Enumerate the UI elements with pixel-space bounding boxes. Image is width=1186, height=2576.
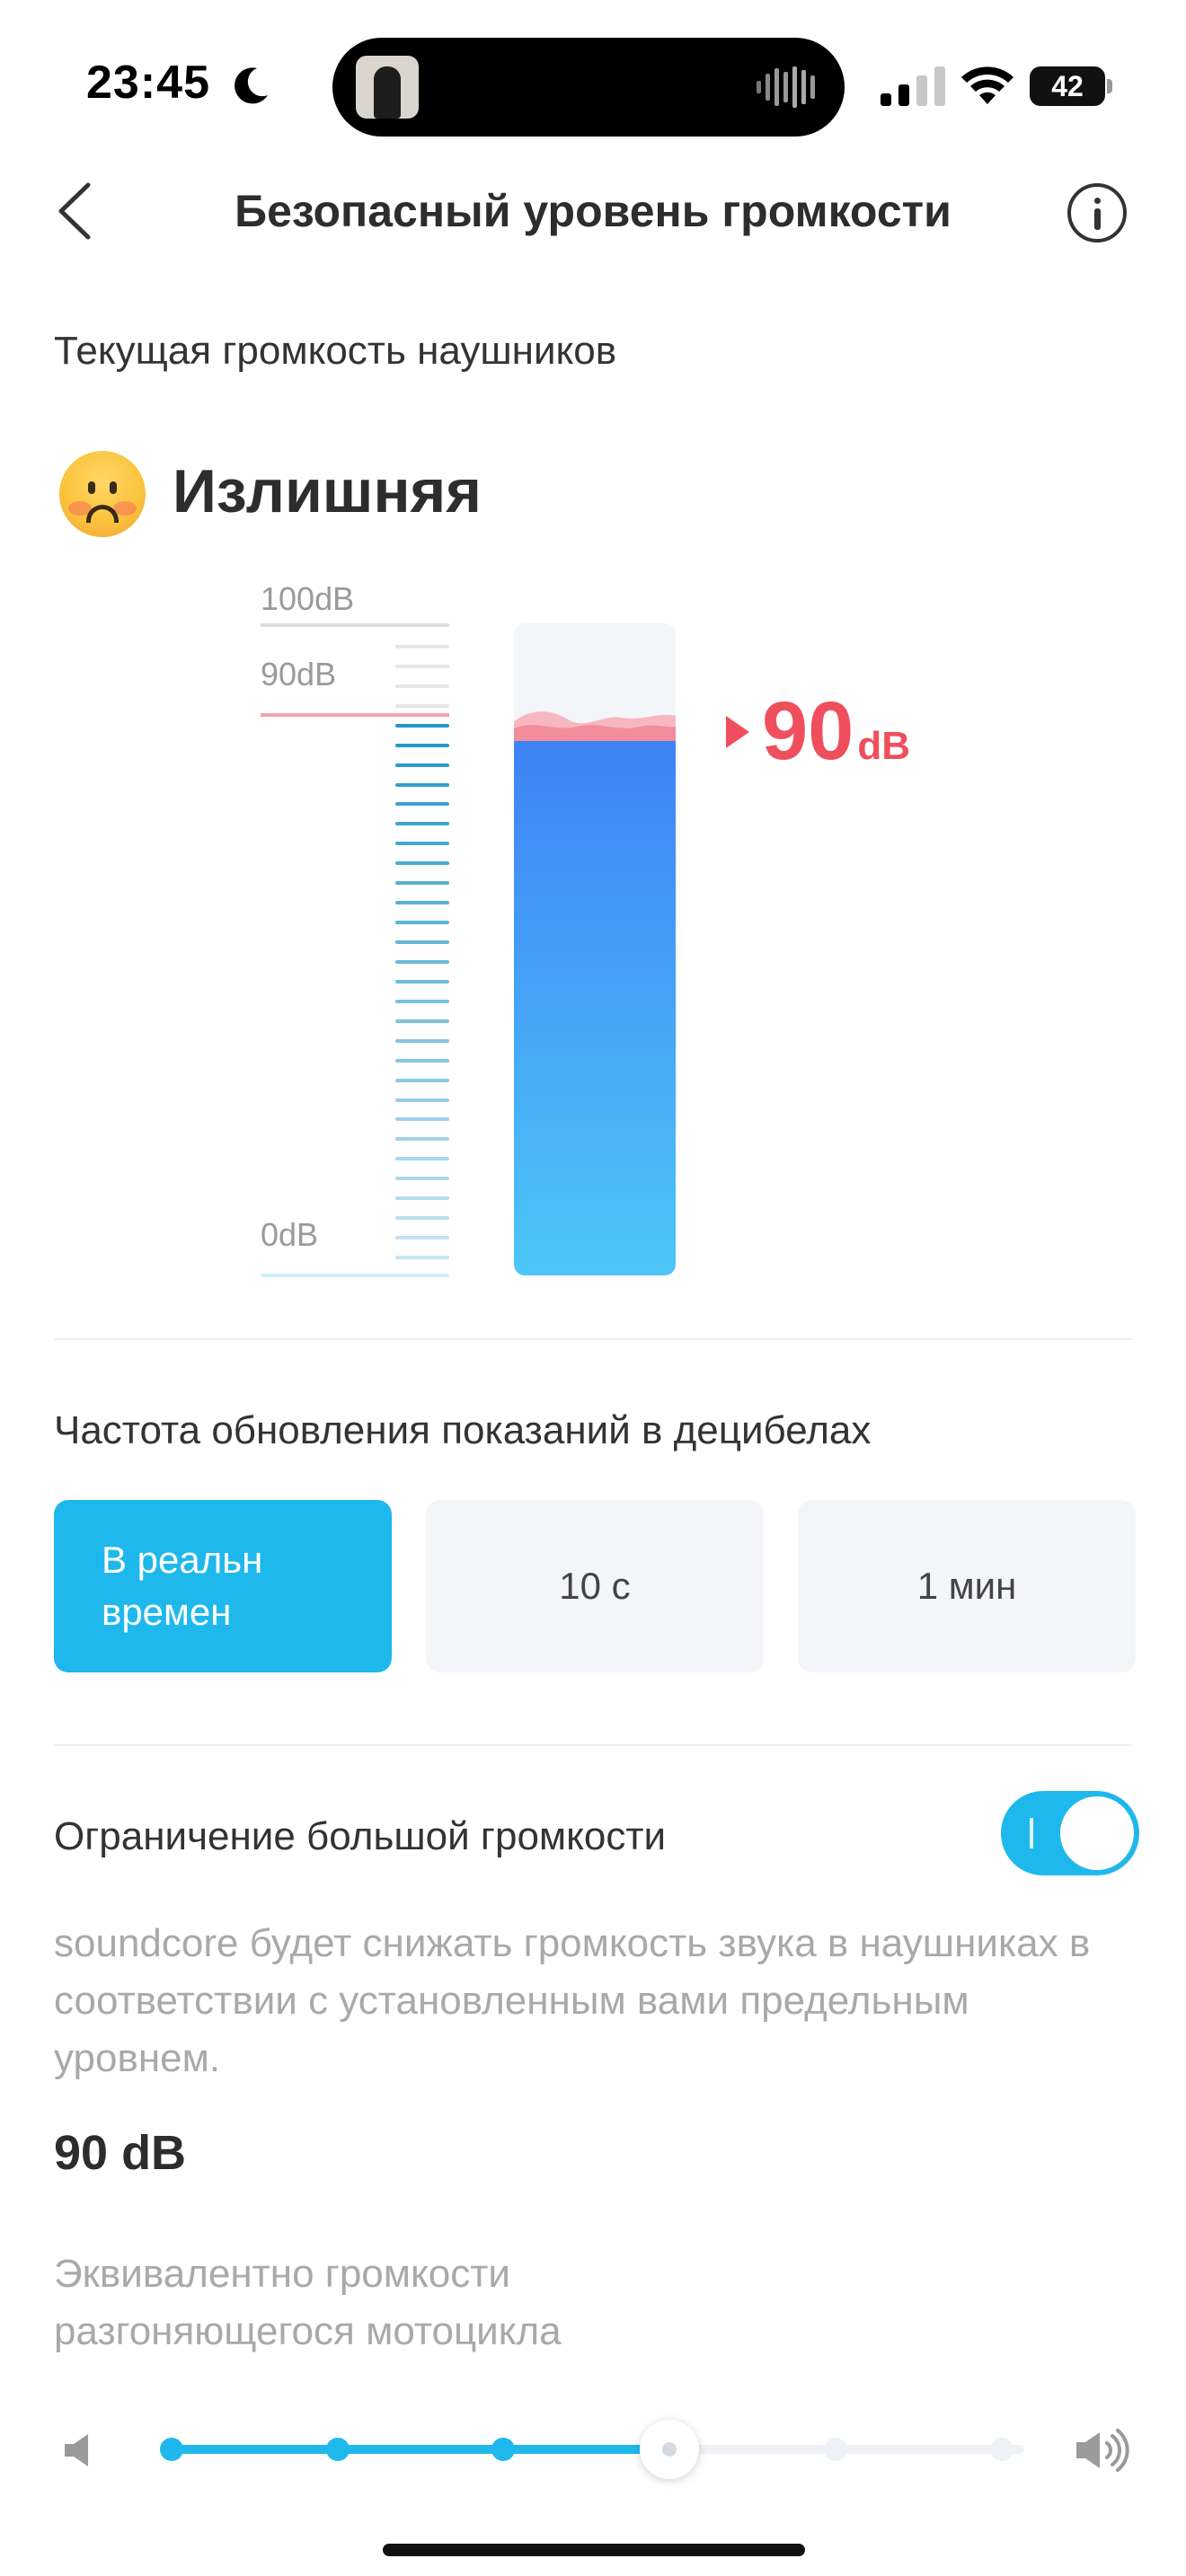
- scale-tick: [395, 645, 449, 648]
- volume-limit-slider-fill: [160, 2445, 669, 2454]
- scale-tick: [395, 743, 449, 747]
- sad-face-emoji-icon: [59, 451, 146, 537]
- dynamic-island[interactable]: [332, 38, 845, 137]
- volume-limit-slider-track[interactable]: [160, 2445, 1024, 2454]
- scale-tick: [395, 842, 449, 846]
- scale-tick: [395, 999, 449, 1003]
- scale-tick: [395, 1019, 449, 1023]
- refresh-option-label: 1 мин: [916, 1565, 1017, 1607]
- scale-tick: [395, 703, 449, 708]
- slider-step-dot[interactable]: [823, 2438, 847, 2461]
- scale-tick: [395, 782, 449, 787]
- scale-tick: [395, 684, 449, 688]
- audio-waveform-icon: [757, 66, 815, 108]
- scale-tick: [395, 1256, 449, 1259]
- scale-tick: [395, 1058, 449, 1063]
- volume-limit-description: soundcore будет снижать громкость звука …: [54, 1921, 1091, 2080]
- scale-tick: [395, 921, 449, 925]
- readout-unit: dB: [857, 724, 910, 768]
- volume-readout: 90 dB: [726, 684, 910, 779]
- moon-icon: [235, 67, 268, 104]
- scale-tick: [395, 822, 449, 826]
- scale-tick: [395, 1196, 449, 1201]
- current-volume-label: Текущая громкость наушников: [54, 329, 617, 373]
- volume-high-icon: [1076, 2429, 1129, 2472]
- volume-limit-label: Ограничение большой громкости: [54, 1814, 667, 1858]
- signal-icon: [881, 66, 945, 106]
- scale-tick: [395, 1098, 449, 1102]
- refresh-rate-label: Частота обновления показаний в децибелах: [54, 1408, 872, 1452]
- scale-label-max: 100dB: [261, 580, 355, 617]
- volume-low-icon: [65, 2434, 88, 2466]
- battery-icon: 42: [1030, 66, 1112, 106]
- scale-tick: [395, 881, 449, 886]
- scale-tick: [395, 723, 449, 728]
- status-bar: 23:45 42: [0, 0, 1186, 171]
- scale-tick: [395, 1216, 449, 1221]
- scale-tick: [395, 861, 449, 866]
- volume-limit-value: 90 dB: [54, 2126, 187, 2180]
- refresh-option-10s[interactable]: 10 с: [426, 1500, 764, 1672]
- battery-level: 42: [1051, 70, 1084, 102]
- volume-limit-slider-thumb[interactable]: [640, 2420, 700, 2479]
- scale-tick: [395, 1157, 449, 1161]
- scale-tick: [395, 1038, 449, 1043]
- scale-tick: [395, 763, 449, 767]
- scale-tick: [395, 940, 449, 945]
- volume-meter-fill: [514, 736, 676, 1275]
- volume-equivalent-text: Эквивалентно громкости разгоняющегося мо…: [54, 2252, 562, 2353]
- divider: [54, 1338, 1132, 1340]
- volume-meter-wave: [514, 711, 676, 741]
- scale-tick: [395, 1117, 449, 1122]
- scale-tick: [395, 901, 449, 905]
- scale-tick: [395, 1078, 449, 1082]
- scale-tick: [395, 1236, 449, 1240]
- volume-limit-toggle[interactable]: [1001, 1791, 1139, 1875]
- wifi-icon: [961, 66, 1013, 104]
- volume-meter: [514, 623, 676, 1275]
- scale-top-line: [261, 623, 449, 627]
- scale-tick: [395, 802, 449, 807]
- page-title: Безопасный уровень громкости: [235, 186, 951, 236]
- status-time: 23:45: [86, 57, 210, 109]
- slider-step-dot[interactable]: [325, 2438, 350, 2461]
- divider: [54, 1744, 1132, 1746]
- limit-marker-line: [261, 713, 449, 717]
- readout-value: 90: [762, 685, 854, 777]
- refresh-option-label: В реальн времен: [102, 1539, 263, 1633]
- refresh-option-1min[interactable]: 1 мин: [798, 1500, 1136, 1672]
- slider-step-dot[interactable]: [160, 2438, 183, 2461]
- slider-step-dot[interactable]: [491, 2438, 516, 2461]
- scale-tick: [395, 664, 449, 668]
- volume-status: Излишняя: [173, 457, 482, 525]
- info-icon: [1094, 198, 1101, 204]
- slider-step-dot[interactable]: [989, 2438, 1013, 2461]
- home-indicator: [383, 2544, 805, 2556]
- scale-label-limit: 90dB: [261, 656, 337, 693]
- readout-arrow-icon: [726, 715, 749, 748]
- scale-tick: [395, 979, 449, 984]
- scale-tick: [395, 959, 449, 964]
- album-art-thumbnail: [356, 56, 419, 119]
- refresh-option-label: 10 с: [559, 1565, 631, 1607]
- scale-tick: [395, 1137, 449, 1142]
- info-button[interactable]: [1067, 183, 1127, 243]
- scale-tick: [395, 1177, 449, 1181]
- toggle-knob: [1060, 1796, 1134, 1870]
- refresh-option-realtime[interactable]: В реальн времен: [54, 1500, 392, 1672]
- scale-bottom-line: [261, 1274, 449, 1277]
- scale-label-min: 0dB: [261, 1216, 319, 1253]
